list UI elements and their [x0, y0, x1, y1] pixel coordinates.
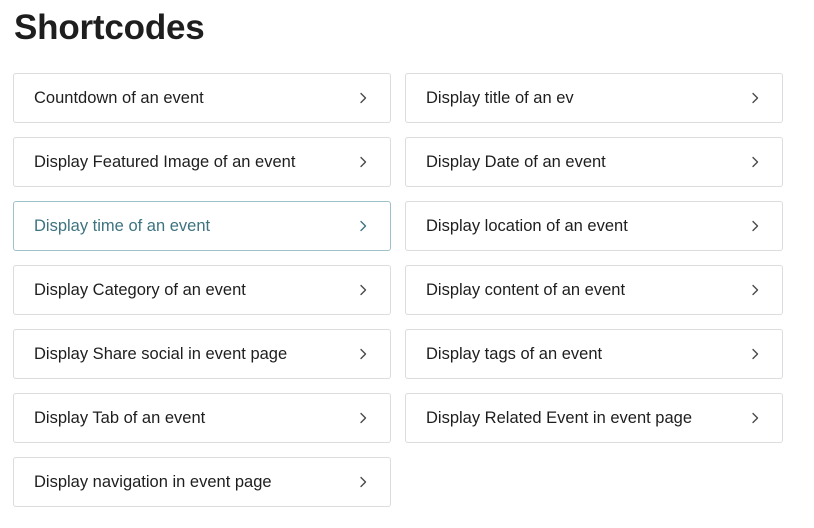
shortcode-card-title[interactable]: Display title of an ev [405, 73, 783, 123]
shortcode-card-location[interactable]: Display location of an event [405, 201, 783, 251]
chevron-right-icon [356, 219, 370, 233]
shortcode-label: Display content of an event [426, 280, 626, 299]
chevron-right-icon [356, 283, 370, 297]
chevron-right-icon [748, 155, 762, 169]
shortcode-card-related-event[interactable]: Display Related Event in event page [405, 393, 783, 443]
shortcode-label: Display Category of an event [34, 280, 246, 299]
chevron-right-icon [356, 155, 370, 169]
shortcode-label: Display Tab of an event [34, 408, 206, 427]
shortcode-card-time[interactable]: Display time of an event [13, 201, 391, 251]
chevron-right-icon [748, 347, 762, 361]
shortcode-card-tags[interactable]: Display tags of an event [405, 329, 783, 379]
shortcode-label: Countdown of an event [34, 88, 204, 107]
shortcode-label: Display location of an event [426, 216, 628, 235]
shortcode-label: Display title of an ev [426, 88, 574, 107]
shortcode-card-category[interactable]: Display Category of an event [13, 265, 391, 315]
shortcode-label: Display Related Event in event page [426, 408, 692, 427]
shortcode-label: Display Date of an event [426, 152, 606, 171]
shortcode-card-countdown[interactable]: Countdown of an event [13, 73, 391, 123]
shortcode-label: Display navigation in event page [34, 472, 272, 491]
shortcode-card-tab[interactable]: Display Tab of an event [13, 393, 391, 443]
chevron-right-icon [356, 347, 370, 361]
shortcode-label: Display Share social in event page [34, 344, 288, 363]
shortcode-label: Display Featured Image of an event [34, 152, 296, 171]
chevron-right-icon [356, 91, 370, 105]
chevron-right-icon [748, 411, 762, 425]
chevron-right-icon [748, 283, 762, 297]
shortcode-card-date[interactable]: Display Date of an event [405, 137, 783, 187]
shortcode-card-featured-image[interactable]: Display Featured Image of an event [13, 137, 391, 187]
shortcode-card-share-social[interactable]: Display Share social in event page [13, 329, 391, 379]
chevron-right-icon [356, 475, 370, 489]
shortcode-card-content[interactable]: Display content of an event [405, 265, 783, 315]
shortcode-label: Display tags of an event [426, 344, 603, 363]
chevron-right-icon [748, 219, 762, 233]
chevron-right-icon [748, 91, 762, 105]
shortcode-label: Display time of an event [34, 216, 211, 235]
shortcodes-grid: Countdown of an event Display title of a… [13, 73, 783, 507]
shortcode-card-navigation[interactable]: Display navigation in event page [13, 457, 391, 507]
page-title: Shortcodes [14, 8, 205, 47]
chevron-right-icon [356, 411, 370, 425]
